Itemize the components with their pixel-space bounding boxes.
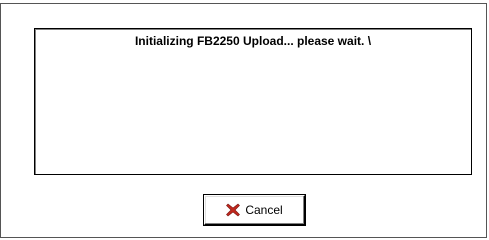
cancel-button-content: Cancel <box>226 203 283 217</box>
upload-progress-dialog: Initializing FB2250 Upload... please wai… <box>0 3 487 238</box>
status-message-panel: Initializing FB2250 Upload... please wai… <box>34 28 472 175</box>
red-x-icon <box>226 203 241 217</box>
cancel-label: Cancel <box>245 203 283 217</box>
status-message: Initializing FB2250 Upload... please wai… <box>134 34 372 48</box>
cancel-button[interactable]: Cancel <box>203 194 306 226</box>
